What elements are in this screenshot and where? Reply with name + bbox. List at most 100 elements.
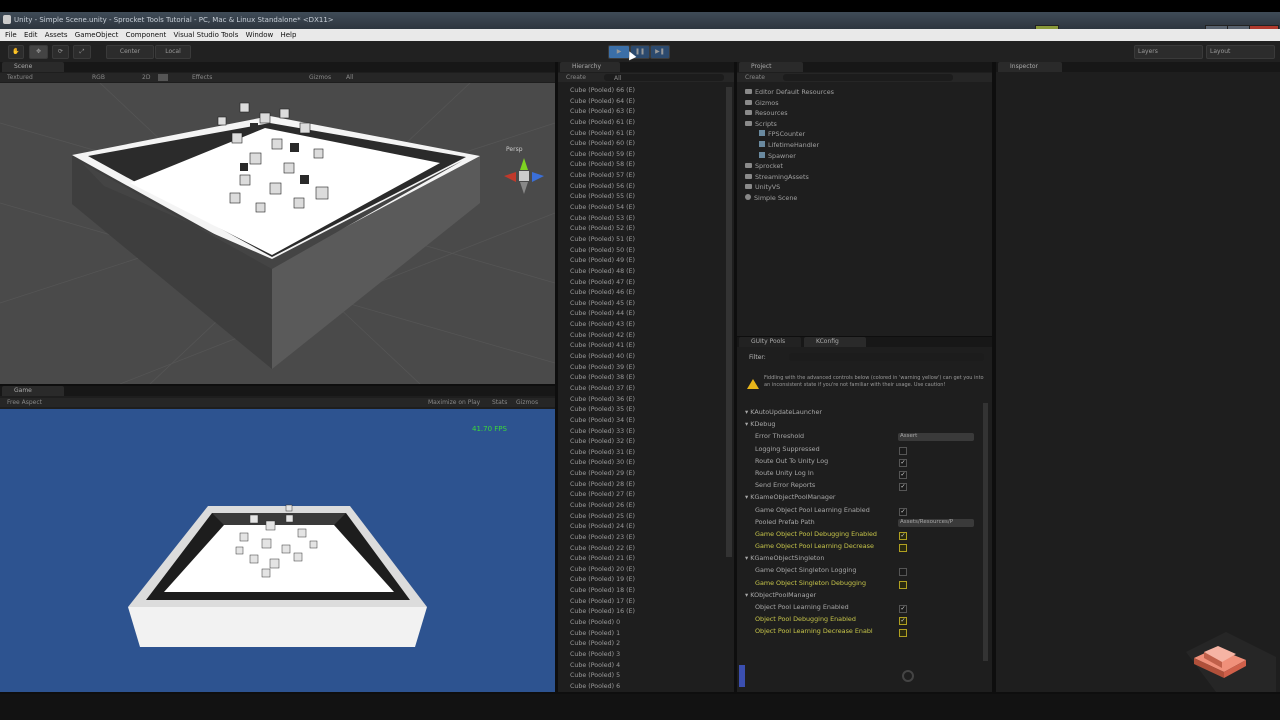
setting-checkbox[interactable] [899,580,907,589]
kconfig-section[interactable]: ▾ KObjectPoolManager [743,591,983,603]
hierarchy-item[interactable]: Cube (Pooled) 44 (E) [558,310,726,321]
mode-2d-toggle[interactable]: 2D [142,73,150,82]
hierarchy-item[interactable]: Cube (Pooled) 23 (E) [558,534,726,545]
kconfig-section[interactable]: ▾ KDebug [743,420,983,432]
stats-toggle[interactable]: Stats [492,398,507,407]
hierarchy-item[interactable]: Cube (Pooled) 35 (E) [558,406,726,417]
project-search-input[interactable] [783,74,953,81]
render-mode-dropdown[interactable]: RGB [92,73,105,82]
project-item[interactable]: UnityVS [741,183,991,194]
hierarchy-item[interactable]: Cube (Pooled) 50 (E) [558,247,726,258]
hierarchy-item[interactable]: Cube (Pooled) 55 (E) [558,193,726,204]
hierarchy-item[interactable]: Cube (Pooled) 28 (E) [558,481,726,492]
project-item[interactable]: StreamingAssets [741,173,991,184]
hierarchy-item[interactable]: Cube (Pooled) 48 (E) [558,268,726,279]
hierarchy-item[interactable]: Cube (Pooled) 21 (E) [558,555,726,566]
setting-checkbox[interactable]: ✓ [899,531,907,540]
hierarchy-item[interactable]: Cube (Pooled) 17 (E) [558,598,726,609]
hierarchy-item[interactable]: Cube (Pooled) 6 [558,683,726,692]
hierarchy-item[interactable]: Cube (Pooled) 29 (E) [558,470,726,481]
menu-help[interactable]: Help [280,31,296,39]
hierarchy-item[interactable]: Cube (Pooled) 43 (E) [558,321,726,332]
setting-checkbox[interactable]: ✓ [899,470,907,479]
setting-dropdown[interactable]: Assets/Resources/P [898,518,974,527]
hierarchy-scrollbar[interactable] [726,87,732,557]
hierarchy-item[interactable]: Cube (Pooled) 57 (E) [558,172,726,183]
menu-edit[interactable]: Edit [24,31,38,39]
kconfig-section[interactable]: ▾ KGameObjectSingleton [743,554,983,566]
hierarchy-item[interactable]: Cube (Pooled) 46 (E) [558,289,726,300]
project-item[interactable]: LifetimeHandler [741,140,991,152]
aspect-dropdown[interactable]: Free Aspect [7,398,42,407]
menu-assets[interactable]: Assets [45,31,68,39]
hierarchy-item[interactable]: Cube (Pooled) 61 (E) [558,119,726,130]
project-item[interactable]: Gizmos [741,99,991,110]
menu-vstools[interactable]: Visual Studio Tools [174,31,239,39]
hierarchy-item[interactable]: Cube (Pooled) 30 (E) [558,459,726,470]
hierarchy-item[interactable]: Cube (Pooled) 39 (E) [558,364,726,375]
hierarchy-item[interactable]: Cube (Pooled) 52 (E) [558,225,726,236]
game-gizmos-dropdown[interactable]: Gizmos [516,398,538,407]
tab-scene[interactable]: Scene [2,62,64,72]
project-item[interactable]: Sprocket [741,162,991,173]
kconfig-section[interactable]: ▾ KGameObjectPoolManager [743,493,983,505]
rotate-tool-icon[interactable]: ⟳ [52,45,69,59]
setting-dropdown[interactable]: Assert [898,433,974,442]
hierarchy-item[interactable]: Cube (Pooled) 36 (E) [558,396,726,407]
kconfig-section[interactable]: ▾ KAutoUpdateLauncher [743,408,983,420]
setting-checkbox[interactable] [899,568,907,577]
hierarchy-item[interactable]: Cube (Pooled) 60 (E) [558,140,726,151]
setting-checkbox[interactable] [899,544,907,553]
project-create-dropdown[interactable]: Create [745,73,765,82]
hierarchy-item[interactable]: Cube (Pooled) 40 (E) [558,353,726,364]
hierarchy-item[interactable]: Cube (Pooled) 61 (E) [558,130,726,141]
hierarchy-item[interactable]: Cube (Pooled) 27 (E) [558,491,726,502]
hierarchy-item[interactable]: Cube (Pooled) 59 (E) [558,151,726,162]
hierarchy-item[interactable]: Cube (Pooled) 45 (E) [558,300,726,311]
setting-checkbox[interactable]: ✓ [899,617,907,626]
hierarchy-item[interactable]: Cube (Pooled) 25 (E) [558,513,726,524]
hand-tool-icon[interactable]: ✋ [8,45,24,59]
setting-checkbox[interactable]: ✓ [899,507,907,516]
tab-kconfig[interactable]: KConfig [804,337,866,347]
tab-project[interactable]: Project [739,62,803,72]
scene-gizmos-dropdown[interactable]: Gizmos [309,73,331,82]
effects-dropdown[interactable]: Effects [192,73,212,82]
project-item[interactable]: Spawner [741,151,991,163]
hierarchy-item[interactable]: Cube (Pooled) 20 (E) [558,566,726,577]
hierarchy-item[interactable]: Cube (Pooled) 41 (E) [558,342,726,353]
hierarchy-item[interactable]: Cube (Pooled) 63 (E) [558,108,726,119]
persp-label[interactable]: Persp [506,146,523,153]
hierarchy-item[interactable]: Cube (Pooled) 51 (E) [558,236,726,247]
kconfig-filter-input[interactable] [789,353,984,361]
kconfig-scrollbar[interactable] [983,403,988,661]
maximize-on-play-toggle[interactable]: Maximize on Play [428,398,480,407]
project-item[interactable]: FPSCounter [741,130,991,141]
project-item[interactable]: Scripts [741,120,991,131]
scene-gizmo-icon[interactable] [500,154,548,196]
project-item[interactable]: Resources [741,109,991,120]
tab-game[interactable]: Game [2,386,64,396]
setting-checkbox[interactable] [899,446,907,455]
hierarchy-item[interactable]: Cube (Pooled) 53 (E) [558,215,726,226]
shading-dropdown[interactable]: Textured [7,73,33,82]
hierarchy-item[interactable]: Cube (Pooled) 56 (E) [558,183,726,194]
hierarchy-item[interactable]: Cube (Pooled) 1 [558,630,726,641]
setting-checkbox[interactable]: ✓ [899,483,907,492]
hierarchy-item[interactable]: Cube (Pooled) 19 (E) [558,576,726,587]
layout-dropdown[interactable]: Layout [1206,45,1275,59]
hierarchy-item[interactable]: Cube (Pooled) 22 (E) [558,545,726,556]
hierarchy-item[interactable]: Cube (Pooled) 0 [558,619,726,630]
scale-tool-icon[interactable]: ⤢ [73,45,91,59]
hierarchy-item[interactable]: Cube (Pooled) 37 (E) [558,385,726,396]
setting-checkbox[interactable] [899,629,907,638]
menu-component[interactable]: Component [126,31,167,39]
hierarchy-item[interactable]: Cube (Pooled) 38 (E) [558,374,726,385]
hierarchy-item[interactable]: Cube (Pooled) 58 (E) [558,161,726,172]
hierarchy-item[interactable]: Cube (Pooled) 33 (E) [558,428,726,439]
pivot-center-toggle[interactable]: Center [106,45,154,59]
tab-hierarchy[interactable]: Hierarchy [560,62,620,72]
menu-file[interactable]: File [5,31,17,39]
hierarchy-item[interactable]: Cube (Pooled) 64 (E) [558,98,726,109]
project-item[interactable]: Simple Scene [741,193,991,205]
